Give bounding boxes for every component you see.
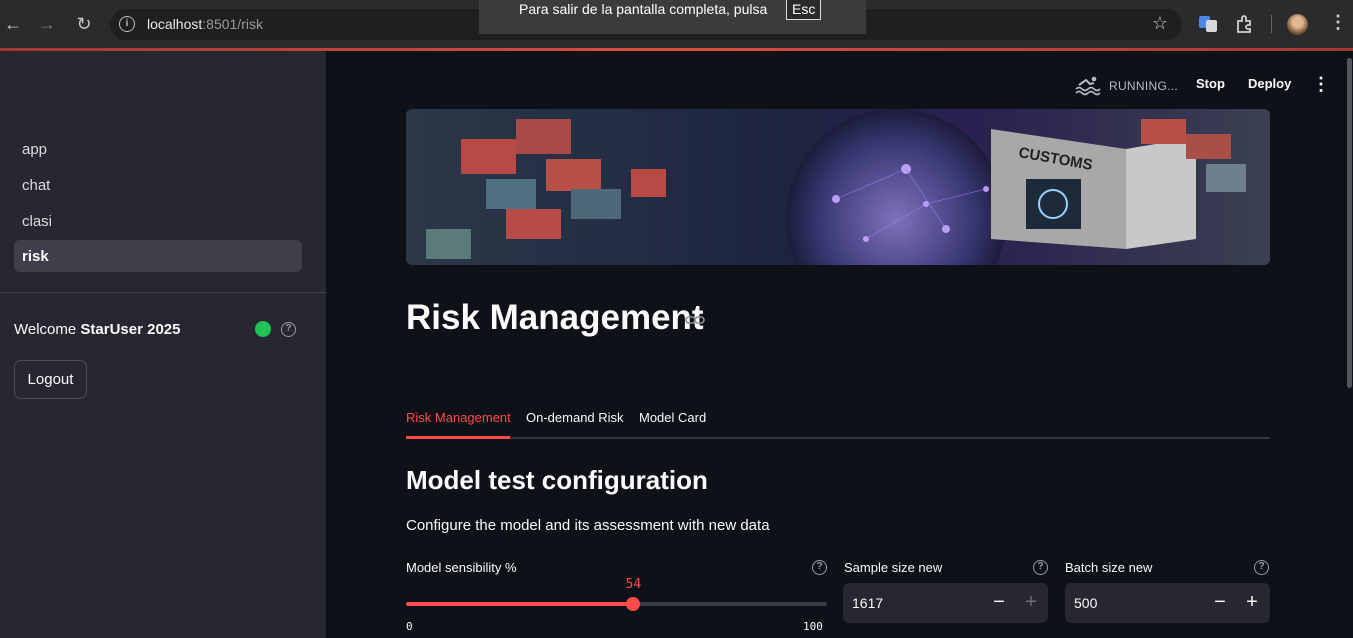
active-tab-indicator [406,436,510,439]
running-swimmer-icon [1075,76,1101,96]
esc-key-badge: Esc [786,0,822,20]
sample-size-input[interactable]: 1617 − + [843,583,1048,623]
tab-risk-management[interactable]: Risk Management [406,410,511,425]
stop-button[interactable]: Stop [1196,76,1225,91]
logout-button[interactable]: Logout [14,360,87,399]
bookmark-star-icon[interactable]: ☆ [1152,13,1168,34]
decrement-button[interactable]: − [989,591,1009,613]
banner-image: CUSTOMS [406,109,1270,265]
fullscreen-notice: Para salir de la pantalla completa, puls… [479,0,866,34]
running-status: RUNNING... [1109,79,1178,93]
increment-button[interactable]: + [1021,591,1041,613]
reload-icon[interactable]: ↻ [73,13,95,35]
help-icon[interactable]: ? [1033,560,1048,575]
sidebar-item-label: chat [22,177,51,194]
sidebar: app chat clasi risk Welcome StarUser 202… [0,51,326,638]
page-title: Risk Management [406,298,704,337]
browser-menu-icon[interactable]: ⋮ [1329,12,1347,33]
site-info-icon[interactable]: i [119,16,135,32]
sidebar-item-app[interactable]: app [14,133,302,165]
sample-size-label: Sample size new [844,560,943,575]
tab-bar-rule [406,437,1270,439]
sample-size-value[interactable]: 1617 [852,595,883,611]
toolbar-divider [1271,15,1272,33]
section-title: Model test configuration [406,465,708,495]
anchor-link-icon[interactable] [685,313,705,327]
slider-thumb[interactable] [626,597,641,611]
sidebar-item-label: risk [22,248,49,265]
slider-min-label: 0 [406,620,413,633]
help-icon[interactable]: ? [281,322,296,337]
welcome-text: Welcome StarUser 2025 [14,321,181,338]
increment-button[interactable]: + [1242,591,1262,613]
status-indicator [255,321,271,337]
extensions-icon[interactable] [1234,14,1254,34]
sidebar-item-chat[interactable]: chat [14,169,302,201]
batch-size-value[interactable]: 500 [1074,595,1097,611]
slider-max-label: 100 [803,620,823,633]
fullscreen-notice-text: Para salir de la pantalla completa, puls… [519,1,768,17]
translate-icon[interactable] [1198,14,1218,34]
batch-size-input[interactable]: 500 − + [1065,583,1270,623]
username: StarUser 2025 [80,321,181,338]
sensibility-label: Model sensibility % [406,560,517,575]
sidebar-item-clasi[interactable]: clasi [14,205,302,237]
help-icon[interactable]: ? [1254,560,1269,575]
slider-value: 54 [625,577,642,592]
scrollbar[interactable] [1347,58,1352,388]
sidebar-item-label: app [22,141,48,158]
decrement-button[interactable]: − [1210,591,1230,613]
sidebar-item-risk[interactable]: risk [14,240,302,272]
tab-bar: Risk Management On-demand Risk Model Car… [406,408,1270,439]
url-text: localhost:8501/risk [147,16,263,32]
tab-model-card[interactable]: Model Card [639,410,706,425]
main-menu-icon[interactable]: ⋮ [1312,75,1330,93]
deploy-button[interactable]: Deploy [1248,76,1291,91]
sidebar-item-label: clasi [22,213,53,230]
section-description: Configure the model and its assessment w… [406,517,770,534]
help-icon[interactable]: ? [812,560,827,575]
profile-avatar[interactable] [1287,14,1308,35]
tab-on-demand-risk[interactable]: On-demand Risk [526,410,624,425]
sidebar-divider [0,292,326,293]
back-icon[interactable]: ← [2,13,24,35]
forward-icon[interactable]: → [36,13,58,35]
slider-fill [406,602,634,606]
batch-size-label: Batch size new [1065,560,1153,575]
sensibility-slider[interactable]: 54 [406,577,827,611]
